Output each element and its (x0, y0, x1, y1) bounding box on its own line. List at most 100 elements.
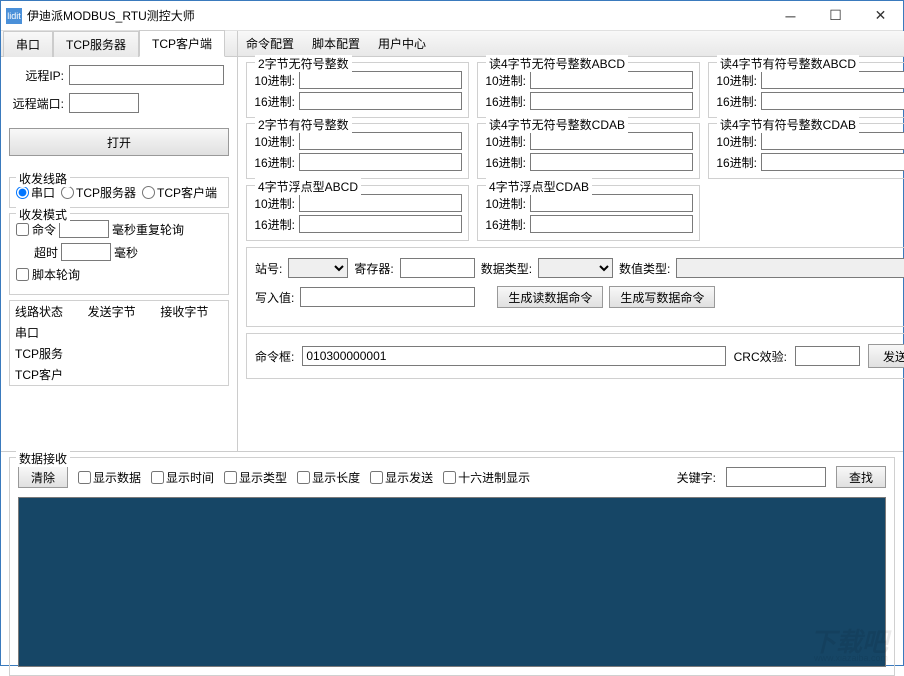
int-dec-input-1[interactable] (530, 71, 693, 89)
float-dec-input-0[interactable] (299, 194, 462, 212)
value-type-select[interactable] (676, 258, 904, 278)
bottom-panel: 数据接收 清除 显示数据 显示时间 显示类型 显示长度 显示发送 十六进制显示 … (1, 451, 903, 676)
int-box-5: 读4字节有符号整数CDAB10进制:16进制: (708, 123, 904, 179)
tx-mode-title: 收发模式 (16, 206, 70, 223)
remote-port-input[interactable] (69, 93, 139, 113)
int-dec-input-3[interactable] (299, 132, 462, 150)
int-title-3: 2字节有符号整数 (255, 116, 352, 133)
float-title-0: 4字节浮点型ABCD (255, 178, 361, 195)
cmd-label: 命令 (32, 221, 56, 238)
table-row: 串口 (10, 322, 228, 343)
tab-script-config[interactable]: 脚本配置 (312, 35, 360, 52)
station-select[interactable] (288, 258, 348, 278)
float-hex-input-0[interactable] (299, 215, 462, 233)
tab-user-center[interactable]: 用户中心 (378, 35, 426, 52)
int-title-2: 读4字节有符号整数ABCD (717, 55, 859, 72)
gen-read-button[interactable]: 生成读数据命令 (497, 286, 603, 308)
show-data-chk[interactable]: 显示数据 (78, 469, 141, 486)
tab-serial[interactable]: 串口 (3, 31, 53, 57)
int-hex-input-2[interactable] (761, 92, 904, 110)
crc-input[interactable] (795, 346, 860, 366)
show-time-chk[interactable]: 显示时间 (151, 469, 214, 486)
titlebar: lidit 伊迪派MODBUS_RTU测控大师 ─ ☐ ✕ (1, 1, 903, 31)
cmd-frame-box: 命令框: CRC效验: 发送 (246, 333, 904, 379)
int-dec-input-2[interactable] (761, 71, 904, 89)
right-tabbar: 命令配置 脚本配置 用户中心 (238, 31, 904, 57)
int-dec-input-5[interactable] (761, 132, 904, 150)
left-panel: 串口 TCP服务器 TCP客户端 远程IP: 远程端口: 打开 收发线路 串口 (1, 31, 238, 451)
show-type-chk[interactable]: 显示类型 (224, 469, 287, 486)
keyword-input[interactable] (726, 467, 826, 487)
app-icon: lidit (6, 8, 22, 24)
value-type-label: 数值类型: (619, 260, 670, 277)
int-title-4: 读4字节无符号整数CDAB (486, 116, 628, 133)
int-dec-input-0[interactable] (299, 71, 462, 89)
status-hdr-line: 线路状态 (10, 301, 83, 322)
show-hex-chk[interactable]: 十六进制显示 (443, 469, 530, 486)
recv-output[interactable] (18, 497, 886, 667)
tx-line-title: 收发线路 (16, 170, 70, 187)
int-dec-input-4[interactable] (530, 132, 693, 150)
maximize-button[interactable]: ☐ (813, 1, 858, 31)
show-send-chk[interactable]: 显示发送 (370, 469, 433, 486)
int-hex-input-3[interactable] (299, 153, 462, 171)
register-label: 寄存器: (354, 260, 393, 277)
float-dec-input-1[interactable] (530, 194, 693, 212)
int-hex-input-0[interactable] (299, 92, 462, 110)
recv-title: 数据接收 (16, 450, 70, 467)
right-panel: 命令配置 脚本配置 用户中心 2字节无符号整数10进制:16进制:读4字节无符号… (238, 31, 904, 451)
status-box: 线路状态 发送字节 接收字节 串口 TCP服务 TCP客户 (9, 300, 229, 386)
float-title-1: 4字节浮点型CDAB (486, 178, 592, 195)
radio-tcp-server[interactable]: TCP服务器 (61, 184, 136, 201)
send-button[interactable]: 发送 (868, 344, 904, 368)
data-type-label: 数据类型: (481, 260, 532, 277)
float-hex-input-1[interactable] (530, 215, 693, 233)
float-box-0: 4字节浮点型ABCD10进制:16进制: (246, 185, 469, 241)
window-title: 伊迪派MODBUS_RTU测控大师 (27, 7, 768, 24)
register-input[interactable] (400, 258, 475, 278)
find-button[interactable]: 查找 (836, 466, 886, 488)
int-title-5: 读4字节有符号整数CDAB (717, 116, 859, 133)
table-row: TCP客户 (10, 364, 228, 385)
tab-tcp-server[interactable]: TCP服务器 (53, 31, 139, 57)
crc-label: CRC效验: (734, 348, 787, 365)
tab-tcp-client[interactable]: TCP客户端 (139, 30, 225, 57)
status-hdr-sent: 发送字节 (83, 301, 156, 322)
gen-write-button[interactable]: 生成写数据命令 (609, 286, 715, 308)
clear-button[interactable]: 清除 (18, 466, 68, 488)
timeout-input[interactable] (61, 243, 111, 261)
tx-line-group: 收发线路 串口 TCP服务器 TCP客户端 (9, 177, 229, 208)
cmd-frame-label: 命令框: (255, 348, 294, 365)
tx-mode-group: 收发模式 命令 毫秒重复轮询 超时 毫秒 脚本轮询 (9, 213, 229, 295)
show-len-chk[interactable]: 显示长度 (297, 469, 360, 486)
int-box-3: 2字节有符号整数10进制:16进制: (246, 123, 469, 179)
open-button[interactable]: 打开 (9, 128, 229, 156)
minimize-button[interactable]: ─ (768, 1, 813, 31)
script-poll-label: 脚本轮询 (32, 266, 80, 283)
app-window: lidit 伊迪派MODBUS_RTU测控大师 ─ ☐ ✕ 串口 TCP服务器 … (0, 0, 904, 666)
int-box-2: 读4字节有符号整数ABCD10进制:16进制: (708, 62, 904, 118)
tab-cmd-config[interactable]: 命令配置 (246, 35, 294, 52)
int-hex-input-5[interactable] (761, 153, 904, 171)
int-hex-input-1[interactable] (530, 92, 693, 110)
remote-ip-label: 远程IP: (9, 67, 64, 84)
data-type-select[interactable] (538, 258, 613, 278)
keyword-label: 关键字: (677, 469, 716, 486)
remote-port-label: 远程端口: (9, 95, 64, 112)
cmd-frame-input[interactable] (302, 346, 725, 366)
table-row: TCP服务 (10, 343, 228, 364)
int-title-0: 2字节无符号整数 (255, 55, 352, 72)
close-button[interactable]: ✕ (858, 1, 903, 31)
int-box-1: 读4字节无符号整数ABCD10进制:16进制: (477, 62, 700, 118)
remote-ip-input[interactable] (69, 65, 224, 85)
int-box-0: 2字节无符号整数10进制:16进制: (246, 62, 469, 118)
radio-tcp-client[interactable]: TCP客户端 (142, 184, 217, 201)
ms-label: 毫秒 (114, 244, 138, 261)
write-value-input[interactable] (300, 287, 475, 307)
script-poll-checkbox[interactable] (16, 268, 29, 281)
timeout-label: 超时 (34, 244, 58, 261)
int-hex-input-4[interactable] (530, 153, 693, 171)
write-value-label: 写入值: (255, 289, 294, 306)
station-label: 站号: (255, 260, 282, 277)
cmd-checkbox[interactable] (16, 223, 29, 236)
